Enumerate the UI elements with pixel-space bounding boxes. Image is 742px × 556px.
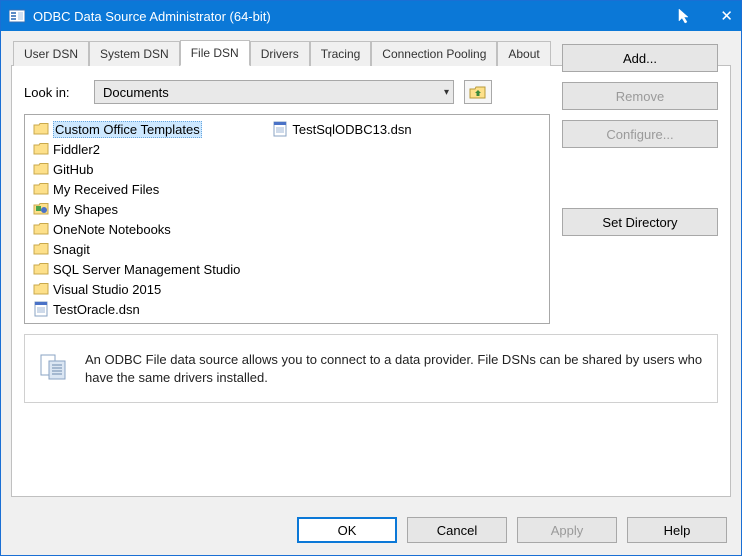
help-button[interactable]: Help (627, 517, 727, 543)
tab-panel: Look in: Documents ▾ Custom Office (11, 65, 731, 497)
dsn-file-icon (272, 121, 288, 137)
client-area: User DSN System DSN File DSN Drivers Tra… (1, 31, 741, 507)
folder-icon (33, 281, 49, 297)
sidebar-buttons: Add... Remove Configure... Set Directory (562, 44, 718, 324)
list-item-label: OneNote Notebooks (53, 222, 171, 237)
spacer (562, 158, 718, 198)
list-item-label: TestSqlODBC13.dsn (292, 122, 411, 137)
list-item-label: TestOracle.dsn (53, 302, 140, 317)
list-item[interactable]: My Received Files (31, 179, 242, 199)
tab-system-dsn[interactable]: System DSN (89, 41, 180, 66)
app-icon (9, 8, 25, 24)
list-item[interactable]: Fiddler2 (31, 139, 242, 159)
tab-strip: User DSN System DSN File DSN Drivers Tra… (11, 39, 731, 65)
chevron-down-icon: ▾ (444, 87, 449, 98)
folder-up-button[interactable] (464, 80, 492, 104)
info-text: An ODBC File data source allows you to c… (85, 351, 703, 386)
folder-icon (33, 161, 49, 177)
info-box: An ODBC File data source allows you to c… (24, 334, 718, 403)
folder-icon (33, 241, 49, 257)
list-item[interactable]: TestOracle.dsn (31, 299, 242, 319)
tab-file-dsn[interactable]: File DSN (180, 40, 250, 66)
tab-about[interactable]: About (497, 41, 550, 66)
list-item[interactable]: SQL Server Management Studio (31, 259, 242, 279)
list-item-label: Custom Office Templates (53, 121, 202, 138)
folder-icon (33, 121, 49, 137)
ok-button[interactable]: OK (297, 517, 397, 543)
list-item-label: Visual Studio 2015 (53, 282, 161, 297)
folder-icon (33, 201, 49, 217)
configure-button[interactable]: Configure... (562, 120, 718, 148)
list-item-label: SQL Server Management Studio (53, 262, 240, 277)
list-item-label: My Received Files (53, 182, 159, 197)
list-item[interactable]: Snagit (31, 239, 242, 259)
list-item[interactable]: My Shapes (31, 199, 242, 219)
file-list[interactable]: Custom Office Templates Fiddler2 GitHub My … (24, 114, 550, 324)
window-title: ODBC Data Source Administrator (64-bit) (33, 9, 669, 24)
apply-button[interactable]: Apply (517, 517, 617, 543)
list-item-label: Snagit (53, 242, 90, 257)
close-icon[interactable]: ✕ (693, 7, 733, 25)
set-directory-button[interactable]: Set Directory (562, 208, 718, 236)
folder-icon (33, 141, 49, 157)
datasource-icon (39, 351, 71, 383)
list-item[interactable]: TestSqlODBC13.dsn (270, 119, 413, 139)
list-item[interactable]: Custom Office Templates (31, 119, 242, 139)
window-frame: ODBC Data Source Administrator (64-bit) … (0, 0, 742, 556)
tab-tracing[interactable]: Tracing (310, 41, 372, 66)
lookin-row: Look in: Documents ▾ (24, 80, 550, 104)
list-item[interactable]: GitHub (31, 159, 242, 179)
folder-icon (33, 181, 49, 197)
list-item-label: GitHub (53, 162, 93, 177)
list-item[interactable]: OneNote Notebooks (31, 219, 242, 239)
remove-button[interactable]: Remove (562, 82, 718, 110)
lookin-label: Look in: (24, 85, 84, 100)
folder-icon (33, 261, 49, 277)
tab-user-dsn[interactable]: User DSN (13, 41, 89, 66)
lookin-value: Documents (103, 85, 169, 100)
lookin-select[interactable]: Documents ▾ (94, 80, 454, 104)
tab-drivers[interactable]: Drivers (250, 41, 310, 66)
list-item[interactable]: Visual Studio 2015 (31, 279, 242, 299)
folder-icon (33, 221, 49, 237)
titlebar[interactable]: ODBC Data Source Administrator (64-bit) … (1, 1, 741, 31)
cursor-icon (677, 8, 693, 24)
list-item-label: My Shapes (53, 202, 118, 217)
dialog-buttons: OK Cancel Apply Help (1, 507, 741, 555)
cancel-button[interactable]: Cancel (407, 517, 507, 543)
list-item-label: Fiddler2 (53, 142, 100, 157)
tab-connection-pooling[interactable]: Connection Pooling (371, 41, 497, 66)
dsn-file-icon (33, 301, 49, 317)
